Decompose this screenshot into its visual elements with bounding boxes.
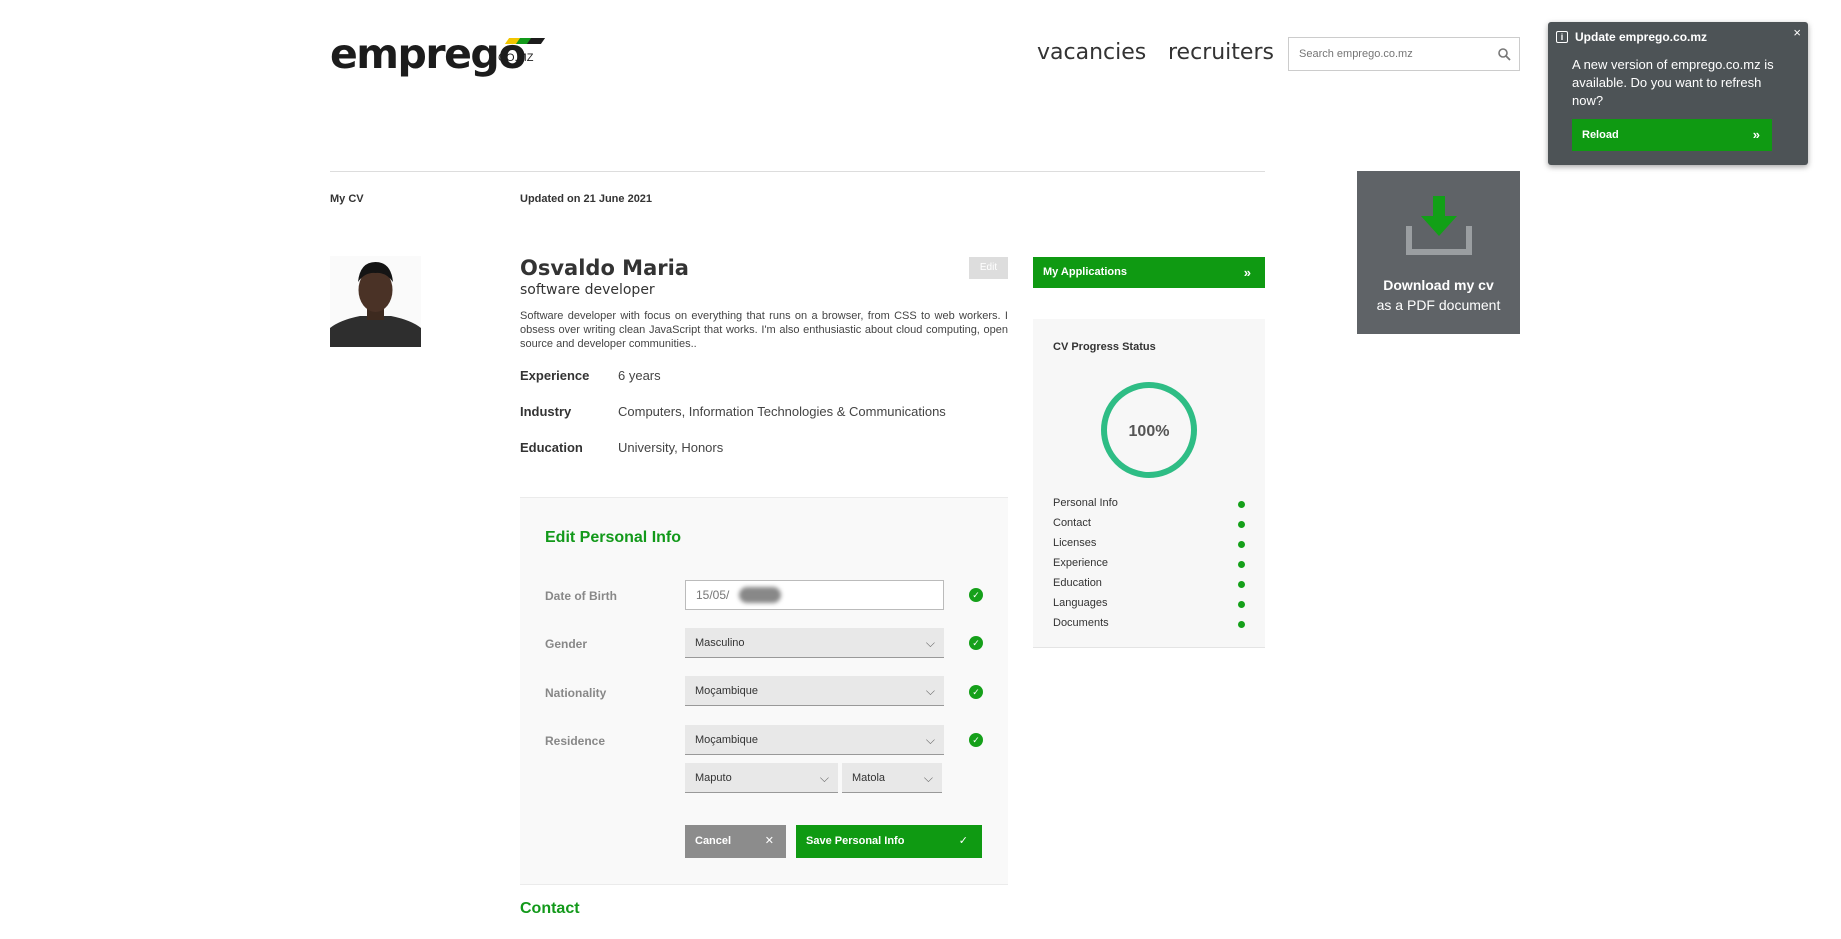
- reload-button[interactable]: Reload »: [1572, 119, 1772, 151]
- progress-item: Licenses: [1053, 537, 1245, 551]
- experience-value: 6 years: [618, 368, 661, 383]
- chevron-down-icon: ⌵: [819, 771, 829, 785]
- progress-item: Experience: [1053, 557, 1245, 571]
- save-personal-info-button[interactable]: Save Personal Info ✓: [796, 825, 982, 858]
- updated-date: Updated on 21 June 2021: [520, 193, 653, 205]
- progress-item: Personal Info: [1053, 497, 1245, 511]
- education-value: University, Honors: [618, 440, 724, 455]
- experience-label: Experience: [520, 368, 590, 383]
- complete-dot-icon: [1238, 581, 1245, 588]
- gender-select[interactable]: Masculino ⌵: [685, 628, 944, 658]
- gender-label: Gender: [545, 637, 588, 651]
- profile-bio: Software developer with focus on everyth…: [520, 310, 1008, 350]
- progress-item: Education: [1053, 577, 1245, 591]
- complete-dot-icon: [1238, 501, 1245, 508]
- info-icon: i: [1556, 31, 1568, 43]
- update-notification: i Update emprego.co.mz × A new version o…: [1548, 22, 1808, 165]
- complete-dot-icon: [1238, 601, 1245, 608]
- residence-city-select[interactable]: Matola ⌵: [842, 763, 942, 793]
- divider: [330, 171, 1265, 172]
- residence-label: Residence: [545, 734, 606, 748]
- download-cv-button[interactable]: Download my cv as a PDF document: [1357, 171, 1520, 334]
- nationality-select[interactable]: Moçambique ⌵: [685, 676, 944, 706]
- nationality-label: Nationality: [545, 686, 607, 700]
- edit-profile-button[interactable]: Edit: [969, 257, 1008, 279]
- dob-input[interactable]: 15/05/: [685, 580, 944, 610]
- profile-role: software developer: [520, 282, 655, 298]
- notification-message: A new version of emprego.co.mz is availa…: [1572, 57, 1774, 108]
- chevron-down-icon: ⌵: [925, 636, 935, 650]
- download-icon: [1406, 196, 1472, 255]
- profile-name: Osvaldo Maria: [520, 256, 689, 280]
- search-icon[interactable]: [1497, 47, 1511, 66]
- check-icon: ✓: [969, 588, 983, 602]
- logo-domain: CO.MZ: [498, 52, 534, 64]
- progress-item: Documents: [1053, 617, 1245, 631]
- close-icon[interactable]: ×: [1793, 25, 1801, 40]
- site-logo[interactable]: emprego: [330, 30, 526, 78]
- form-title: Edit Personal Info: [545, 529, 682, 546]
- complete-dot-icon: [1238, 621, 1245, 628]
- cv-progress-panel: CV Progress Status 100% Personal Info Co…: [1033, 319, 1265, 648]
- progress-title: CV Progress Status: [1053, 341, 1156, 353]
- double-chevron-right-icon: »: [1243, 265, 1251, 280]
- check-icon: ✓: [958, 835, 968, 847]
- industry-value: Computers, Information Technologies & Co…: [618, 404, 946, 419]
- dob-label: Date of Birth: [545, 589, 617, 603]
- my-applications-label: My Applications: [1043, 266, 1127, 278]
- check-icon: ✓: [969, 685, 983, 699]
- complete-dot-icon: [1238, 541, 1245, 548]
- logo-flag-icon: [503, 38, 546, 46]
- search-input[interactable]: [1299, 38, 1489, 70]
- reload-label: Reload: [1582, 129, 1619, 141]
- progress-ring: 100%: [1101, 382, 1197, 478]
- industry-label: Industry: [520, 404, 572, 419]
- avatar: [330, 256, 421, 347]
- download-subtitle: as a PDF document: [1376, 297, 1501, 313]
- breadcrumb-my-cv: My CV: [330, 193, 364, 205]
- complete-dot-icon: [1238, 521, 1245, 528]
- progress-item: Languages: [1053, 597, 1245, 611]
- chevron-down-icon: ⌵: [925, 733, 935, 747]
- nav-vacancies[interactable]: vacancies: [1037, 40, 1146, 65]
- double-chevron-right-icon: »: [1752, 127, 1760, 142]
- search-bar: [1288, 37, 1520, 71]
- close-icon: ✕: [764, 835, 774, 847]
- nav-recruiters[interactable]: recruiters: [1168, 40, 1274, 65]
- cancel-button[interactable]: Cancel ✕: [685, 825, 786, 858]
- residence-province-select[interactable]: Maputo ⌵: [685, 763, 838, 793]
- edit-personal-info-form: Edit Personal Info Date of Birth 15/05/ …: [520, 497, 1008, 885]
- check-icon: ✓: [969, 636, 983, 650]
- progress-percent: 100%: [1129, 423, 1170, 440]
- download-title: Download my cv: [1383, 277, 1494, 293]
- complete-dot-icon: [1238, 561, 1245, 568]
- chevron-down-icon: ⌵: [925, 684, 935, 698]
- education-label: Education: [520, 440, 583, 455]
- my-applications-button[interactable]: My Applications »: [1033, 257, 1265, 288]
- chevron-down-icon: ⌵: [923, 771, 933, 785]
- residence-country-select[interactable]: Moçambique ⌵: [685, 725, 944, 755]
- redacted-year: [739, 587, 781, 603]
- progress-item: Contact: [1053, 517, 1245, 531]
- contact-heading: Contact: [520, 900, 580, 917]
- check-icon: ✓: [969, 733, 983, 747]
- notification-title: Update emprego.co.mz: [1575, 30, 1708, 44]
